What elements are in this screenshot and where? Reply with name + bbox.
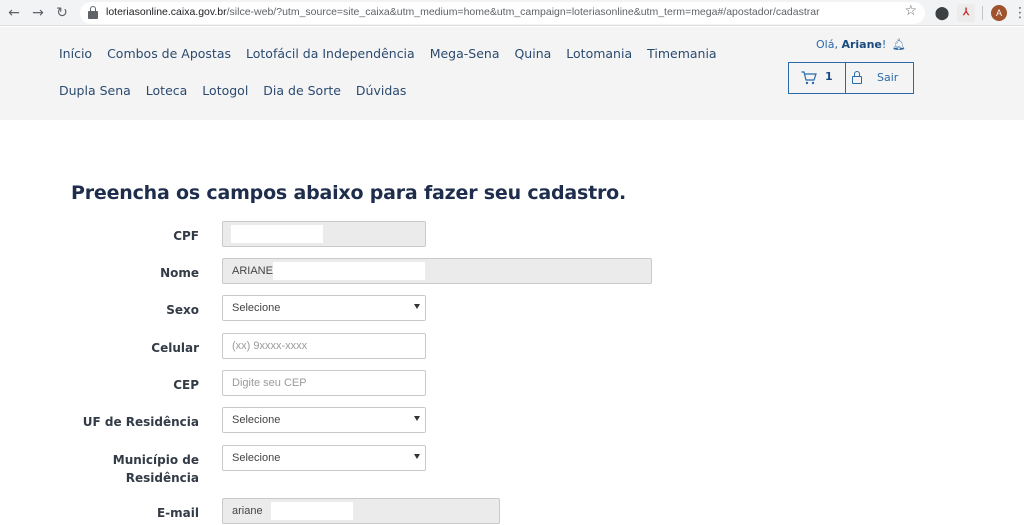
nav-item-mega-sena[interactable]: Mega-Sena (430, 46, 500, 61)
redacted-block (271, 502, 353, 520)
user-name: Ariane (841, 38, 882, 51)
cart-count: 1 (825, 70, 833, 83)
nav-item-lotomania[interactable]: Lotomania (566, 46, 632, 61)
main-nav-row-2: Dupla Sena Loteca Lotogol Dia de Sorte D… (59, 83, 417, 98)
cep-input[interactable]: Digite seu CEP (222, 370, 426, 396)
uf-select[interactable]: Selecione (222, 407, 426, 433)
url-text: loteriasonline.caixa.gov.br/silce-web/?u… (106, 6, 820, 18)
main-nav-row-1: Início Combos de Apostas Lotofácil da In… (59, 46, 728, 61)
email-label: E-mail (156, 506, 199, 520)
nav-item-lotofacil-independencia[interactable]: Lotofácil da Independência (246, 46, 415, 61)
municipio-select[interactable]: Selecione (222, 445, 426, 471)
nav-item-quina[interactable]: Quina (514, 46, 551, 61)
uf-label: UF de Residência (82, 415, 199, 429)
nav-item-duvidas[interactable]: Dúvidas (356, 83, 407, 98)
nav-item-loteca[interactable]: Loteca (146, 83, 188, 98)
extension-icon[interactable]: ⬤ (933, 4, 951, 22)
browser-toolbar: ← → ↻ loteriasonline.caixa.gov.br/silce-… (0, 0, 1024, 26)
sexo-label: Sexo (166, 303, 199, 317)
nav-item-dupla-sena[interactable]: Dupla Sena (59, 83, 131, 98)
site-header: Início Combos de Apostas Lotofácil da In… (0, 27, 1024, 120)
celular-label: Celular (151, 341, 199, 355)
nav-item-lotogol[interactable]: Lotogol (202, 83, 248, 98)
celular-input[interactable]: (xx) 9xxxx-xxxx (222, 333, 426, 359)
star-icon[interactable]: ☆ (904, 3, 917, 19)
chevron-down-icon (414, 454, 420, 459)
cart-logout-box: 1 Sair (788, 62, 914, 94)
logout-button[interactable]: Sair (847, 63, 913, 93)
nome-field[interactable]: ARIANE (222, 258, 652, 284)
padlock-icon (852, 71, 862, 84)
nav-item-inicio[interactable]: Início (59, 46, 92, 61)
cep-label: CEP (173, 378, 199, 392)
cart-icon (801, 71, 817, 85)
forward-arrow-icon[interactable]: → (29, 4, 47, 22)
toolbar-divider (982, 6, 983, 20)
cpf-field[interactable] (222, 221, 426, 247)
profile-avatar[interactable]: A (991, 5, 1007, 21)
page-title: Preencha os campos abaixo para fazer seu… (71, 182, 627, 204)
menu-dots-icon[interactable]: ⋮ (1013, 4, 1024, 22)
redacted-block (231, 225, 323, 243)
municipio-label: Município de Residência (112, 453, 199, 485)
reload-icon[interactable]: ↻ (53, 4, 71, 22)
logout-label: Sair (877, 71, 899, 84)
user-greeting: Olá, Ariane! 🔔︎ (816, 38, 906, 51)
lock-icon (88, 6, 98, 19)
chevron-down-icon (414, 416, 420, 421)
email-field[interactable]: ariane (222, 498, 500, 524)
pdf-icon[interactable]: ⅄ (957, 4, 975, 22)
nav-item-dia-de-sorte[interactable]: Dia de Sorte (263, 83, 341, 98)
nav-item-timemania[interactable]: Timemania (647, 46, 716, 61)
sexo-select[interactable]: Selecione (222, 295, 426, 321)
address-bar[interactable]: loteriasonline.caixa.gov.br/silce-web/?u… (80, 2, 925, 24)
bell-icon[interactable]: 🔔︎ (892, 38, 906, 51)
nome-label: Nome (160, 266, 199, 280)
back-arrow-icon[interactable]: ← (5, 4, 23, 22)
redacted-block (273, 262, 425, 280)
chevron-down-icon (414, 304, 420, 309)
nav-item-combos-de-apostas[interactable]: Combos de Apostas (107, 46, 231, 61)
cpf-label: CPF (173, 229, 199, 243)
cart-button[interactable]: 1 (789, 63, 846, 93)
